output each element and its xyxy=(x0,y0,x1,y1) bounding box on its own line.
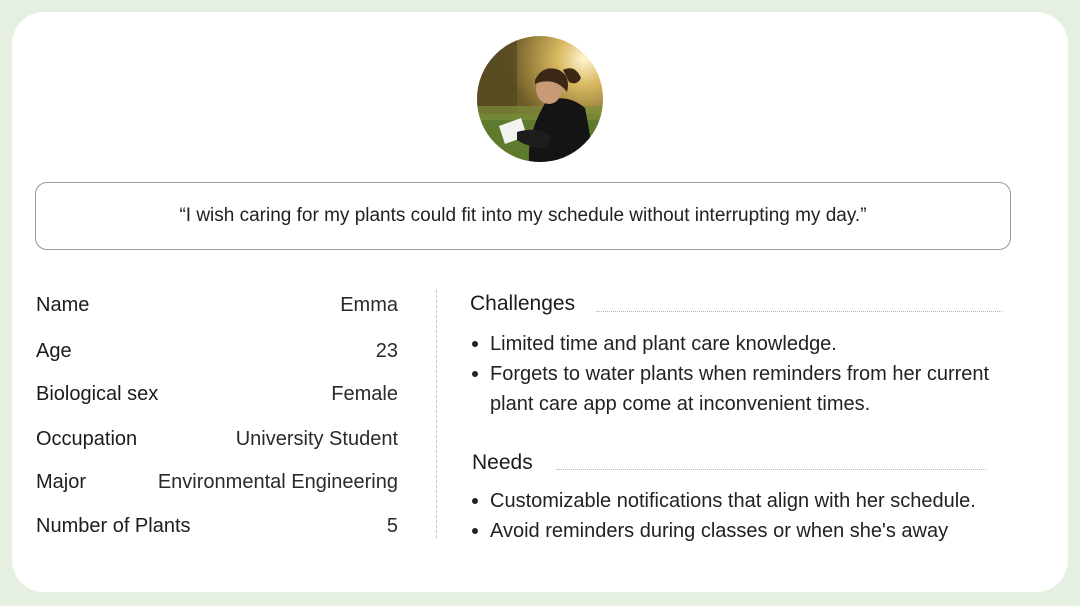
profile-row-number-of-plants: Number of Plants 5 xyxy=(36,515,398,543)
needs-list: Customizable notifications that align wi… xyxy=(470,486,1060,546)
list-item: Forgets to water plants when reminders f… xyxy=(470,359,1010,419)
list-item: Avoid reminders during classes or when s… xyxy=(470,516,1060,546)
challenges-divider xyxy=(596,311,1002,312)
avatar xyxy=(477,36,603,162)
challenges-list: Limited time and plant care knowledge. F… xyxy=(470,329,1010,419)
list-item: Customizable notifications that align wi… xyxy=(470,486,1060,516)
profile-value: Environmental Engineering xyxy=(157,471,398,493)
profile-value: Emma xyxy=(340,294,398,316)
profile-label: Biological sex xyxy=(36,383,159,405)
profile-row-major: Major Environmental Engineering xyxy=(36,471,398,499)
quote-text: “I wish caring for my plants could fit i… xyxy=(179,205,867,226)
profile-value: 5 xyxy=(386,515,398,537)
profile-label: Major xyxy=(36,471,87,493)
needs-divider xyxy=(556,469,986,470)
profile-label: Age xyxy=(36,340,72,362)
profile-row-age: Age 23 xyxy=(36,340,398,368)
needs-heading: Needs xyxy=(472,451,533,474)
profile-row-name: Name Emma xyxy=(36,294,398,322)
profile-value: 23 xyxy=(375,340,398,362)
quote-box: “I wish caring for my plants could fit i… xyxy=(35,182,1011,250)
profile-value: Female xyxy=(331,383,398,405)
profile-label: Name xyxy=(36,294,90,316)
profile-row-biological-sex: Biological sex Female xyxy=(36,383,398,411)
profile-label: Number of Plants xyxy=(36,515,191,537)
profile-label: Occupation xyxy=(36,428,138,450)
challenges-heading: Challenges xyxy=(470,292,576,315)
profile-value: University Student xyxy=(235,428,398,450)
column-divider xyxy=(436,290,437,538)
profile-row-occupation: Occupation University Student xyxy=(36,428,398,456)
list-item: Limited time and plant care knowledge. xyxy=(470,329,1010,359)
